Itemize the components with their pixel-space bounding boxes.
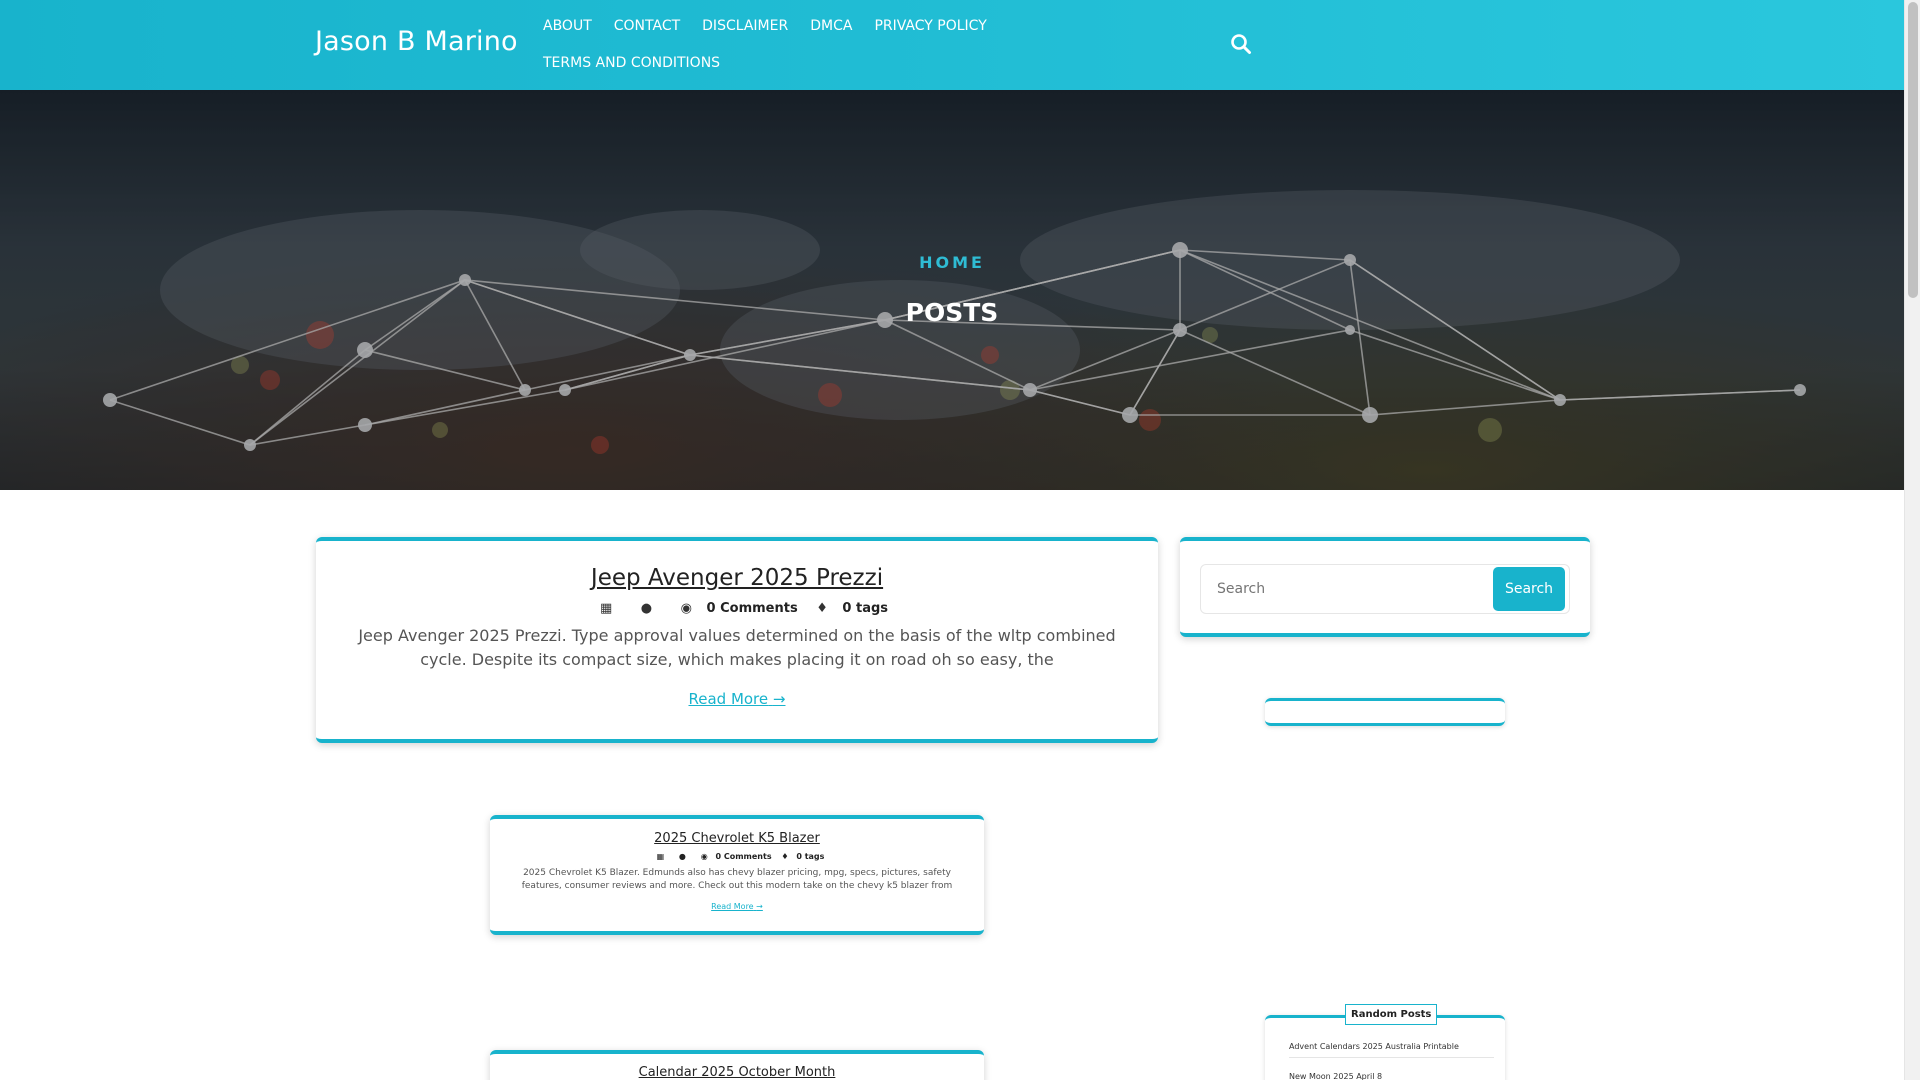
site-header: Jason B Marino ABOUT CONTACT DISCLAIMER DMC… — [0, 0, 1904, 90]
read-more-label: Read More — [711, 902, 754, 911]
comments-icon: ◉ — [680, 601, 692, 616]
post-meta: ▦ ● ◉ 0 Comments ♦ 0 tags — [316, 601, 1158, 616]
nav-item-disclaimer[interactable]: DISCLAIMER — [702, 14, 788, 39]
nav-item-terms-and-conditions[interactable]: TERMS AND CONDITIONS — [543, 51, 720, 76]
main-nav: ABOUT CONTACT DISCLAIMER DMCA PRIVACY POLICY… — [543, 14, 1023, 88]
sidebar-widget-empty — [1265, 698, 1505, 726]
post-tags-count: 0 tags — [796, 852, 825, 861]
post-tags-count: 0 tags — [842, 601, 889, 616]
nav-item-about[interactable]: ABOUT — [543, 14, 592, 39]
tags-icon: ♦ — [781, 852, 789, 861]
search-button[interactable]: Search — [1493, 567, 1565, 611]
arrow-right-icon: → — [756, 902, 763, 911]
search-icon[interactable] — [1230, 33, 1252, 55]
random-post-link[interactable]: New Moon 2025 April 8 — [1289, 1072, 1489, 1080]
nav-item-privacy-policy[interactable]: PRIVACY POLICY — [874, 14, 986, 39]
read-more-link[interactable]: Read More → — [711, 902, 763, 911]
sidebar-search-widget: Search — [1180, 537, 1590, 637]
page-title: POSTS — [905, 298, 999, 327]
breadcrumb-home[interactable]: HOME — [0, 253, 1904, 272]
post-meta: ▦ ● ◉ 0 Comments ♦ 0 tags — [490, 852, 984, 861]
post-excerpt: Jeep Avenger 2025 Prezzi. Type approval … — [358, 626, 1116, 669]
nav-item-dmca[interactable]: DMCA — [810, 14, 852, 39]
post-title[interactable]: 2025 Chevrolet K5 Blazer — [654, 831, 820, 846]
post-excerpt: 2025 Chevrolet K5 Blazer. Edmunds also h… — [521, 868, 953, 891]
post-comments-count[interactable]: 0 Comments — [707, 601, 798, 616]
widget-title: Random Posts — [1345, 1004, 1438, 1025]
calendar-icon: ▦ — [656, 852, 665, 861]
calendar-icon: ▦ — [599, 601, 613, 616]
random-posts-widget: Random Posts Advent Calendars 2025 Austr… — [1265, 1004, 1505, 1080]
tags-icon: ♦ — [816, 601, 828, 616]
random-post-link[interactable]: Advent Calendars 2025 Australia Printabl… — [1289, 1042, 1494, 1058]
arrow-right-icon: → — [772, 690, 786, 708]
hero-banner: HOME POSTS — [0, 90, 1904, 490]
page: Jason B Marino ABOUT CONTACT DISCLAIMER DMC… — [0, 0, 1920, 1080]
post-card: 2025 Chevrolet K5 Blazer ▦ ● ◉ 0 Comment… — [490, 815, 984, 935]
post-card: Jeep Avenger 2025 Prezzi ▦ ● ◉ 0 Comment… — [316, 537, 1158, 743]
user-icon: ● — [678, 852, 686, 861]
read-more-link[interactable]: Read More → — [688, 690, 785, 708]
read-more-label: Read More — [688, 690, 769, 708]
scrollbar-thumb[interactable] — [1908, 2, 1918, 298]
comments-icon: ◉ — [700, 852, 708, 861]
banner-overlay — [0, 90, 1904, 490]
page-scrollbar[interactable] — [1904, 0, 1920, 1080]
post-card: Calendar 2025 October Month — [490, 1050, 984, 1080]
site-logo[interactable]: Jason B Marino — [315, 26, 518, 57]
user-icon: ● — [640, 601, 653, 616]
nav-item-contact[interactable]: CONTACT — [614, 14, 680, 39]
post-comments-count[interactable]: 0 Comments — [715, 852, 771, 861]
post-title[interactable]: Jeep Avenger 2025 Prezzi — [591, 565, 883, 591]
post-title[interactable]: Calendar 2025 October Month — [639, 1065, 836, 1080]
